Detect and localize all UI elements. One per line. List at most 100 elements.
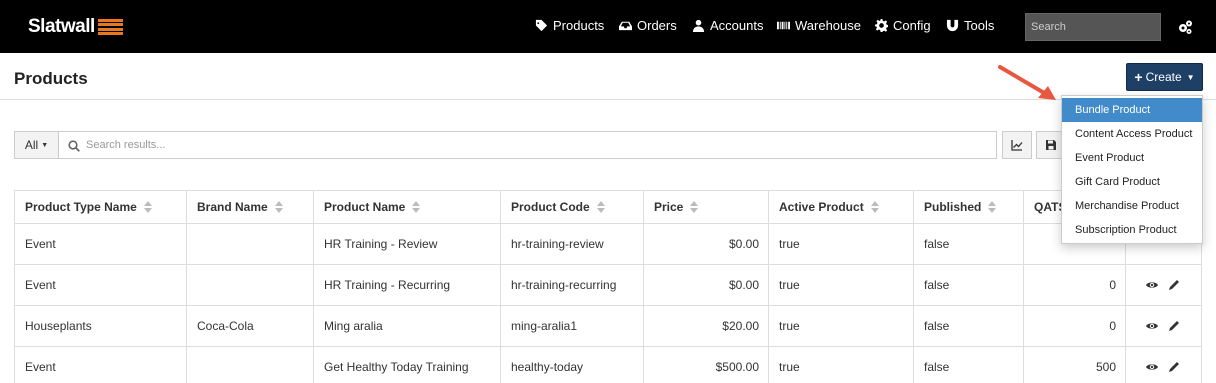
sort-icon <box>274 201 283 213</box>
cell-price: $500.00 <box>643 347 769 383</box>
nav-warehouse[interactable]: Warehouse <box>777 18 861 33</box>
sort-icon <box>988 201 997 213</box>
cell-type: Event <box>14 347 187 383</box>
cell-published: false <box>913 265 1024 305</box>
nav-products[interactable]: Products <box>535 18 604 33</box>
nav-config-label: Config <box>893 18 931 33</box>
column-header[interactable]: Product Name <box>313 191 501 223</box>
cell-qats: 500 <box>1023 347 1126 383</box>
nav-orders-label: Orders <box>637 18 677 33</box>
sort-icon <box>870 201 879 213</box>
nav-accounts[interactable]: Accounts <box>692 18 763 33</box>
column-header[interactable]: Brand Name <box>186 191 314 223</box>
line-chart-icon <box>1011 140 1023 151</box>
cell-brand: Coca-Cola <box>186 306 314 346</box>
cell-type: Event <box>14 224 187 264</box>
scope-label: All <box>24 138 39 152</box>
pencil-icon[interactable] <box>1168 279 1180 291</box>
nav-accounts-label: Accounts <box>710 18 764 33</box>
column-header[interactable]: Published <box>913 191 1024 223</box>
barcode-icon <box>777 21 790 30</box>
table-row: Houseplants Coca-Cola Ming aralia ming-a… <box>14 306 1202 347</box>
logo[interactable]: Slatwall <box>28 16 123 38</box>
table-row: Event HR Training - Recurring hr-trainin… <box>14 265 1202 306</box>
logo-text: Slatwall <box>28 16 95 37</box>
nav-tools-label: Tools <box>964 18 995 33</box>
magnet-icon <box>946 19 959 32</box>
cell-actions <box>1125 306 1202 346</box>
page-title: Products <box>14 69 88 88</box>
cell-brand <box>186 265 314 305</box>
caret-down-icon: ▼ <box>1186 72 1195 82</box>
cell-code: healthy-today <box>500 347 644 383</box>
table-row: Event Get Healthy Today Training healthy… <box>14 347 1202 383</box>
menu-item-event-product[interactable]: Event Product <box>1062 146 1202 170</box>
pencil-icon[interactable] <box>1168 361 1180 373</box>
create-button-label: Create <box>1145 70 1182 84</box>
scope-dropdown[interactable]: All ▼ <box>14 131 59 159</box>
nav-warehouse-label: Warehouse <box>795 18 861 33</box>
menu-item-subscription-product[interactable]: Subscription Product <box>1062 218 1202 242</box>
sort-icon <box>412 201 421 213</box>
cell-price: $0.00 <box>643 224 769 264</box>
column-header[interactable]: Product Code <box>500 191 644 223</box>
user-icon <box>692 19 705 32</box>
column-header[interactable]: Active Product <box>768 191 914 223</box>
global-search-input[interactable] <box>1025 13 1161 41</box>
gears-icon[interactable] <box>1177 19 1193 35</box>
column-header[interactable]: Price <box>643 191 769 223</box>
logo-bars-icon <box>97 18 123 36</box>
create-dropdown-menu: Bundle Product Content Access Product Ev… <box>1061 95 1203 244</box>
cell-actions <box>1125 265 1202 305</box>
cell-published: false <box>913 347 1024 383</box>
create-button[interactable]: + Create ▼ <box>1126 63 1203 91</box>
table-header-row: Product Type Name Brand Name Product Nam… <box>14 191 1202 224</box>
cell-brand <box>186 347 314 383</box>
eye-icon[interactable] <box>1146 320 1158 332</box>
menu-item-content-access-product[interactable]: Content Access Product <box>1062 122 1202 146</box>
caret-down-icon: ▼ <box>41 141 49 149</box>
menu-item-gift-card-product[interactable]: Gift Card Product <box>1062 170 1202 194</box>
cell-name: Get Healthy Today Training <box>313 347 501 383</box>
nav-config[interactable]: Config <box>875 18 931 33</box>
menu-item-merchandise-product[interactable]: Merchandise Product <box>1062 194 1202 218</box>
cell-actions <box>1125 347 1202 383</box>
inbox-icon <box>619 21 632 31</box>
eye-icon[interactable] <box>1146 361 1158 373</box>
cell-code: ming-aralia1 <box>500 306 644 346</box>
nav-tools[interactable]: Tools <box>946 18 994 33</box>
pencil-icon[interactable] <box>1168 320 1180 332</box>
plus-icon: + <box>1134 69 1143 85</box>
gear-icon <box>875 19 888 32</box>
cell-code: hr-training-recurring <box>500 265 644 305</box>
search-icon <box>68 140 80 152</box>
cell-qats: 0 <box>1023 306 1126 346</box>
cell-published: false <box>913 306 1024 346</box>
results-search <box>58 131 997 159</box>
sort-icon <box>690 201 699 213</box>
top-navbar: Slatwall Products Orders Accounts Wareho… <box>0 0 1216 53</box>
cell-qats: 0 <box>1023 265 1126 305</box>
column-header[interactable]: Product Type Name <box>14 191 187 223</box>
nav-products-label: Products <box>553 18 605 33</box>
products-table: Product Type Name Brand Name Product Nam… <box>14 190 1202 383</box>
cell-name: HR Training - Recurring <box>313 265 501 305</box>
annotation-arrow-icon <box>998 65 1056 100</box>
menu-item-bundle-product[interactable]: Bundle Product <box>1062 98 1202 122</box>
cell-type: Houseplants <box>14 306 187 346</box>
eye-icon[interactable] <box>1146 279 1158 291</box>
cell-published: false <box>913 224 1024 264</box>
cell-name: HR Training - Review <box>313 224 501 264</box>
cell-active: true <box>768 265 914 305</box>
tags-icon <box>535 19 548 32</box>
cell-price: $20.00 <box>643 306 769 346</box>
cell-type: Event <box>14 265 187 305</box>
nav-orders[interactable]: Orders <box>619 18 677 33</box>
save-icon <box>1046 140 1056 150</box>
table-row: Event HR Training - Review hr-training-r… <box>14 224 1202 265</box>
cell-brand <box>186 224 314 264</box>
results-search-input[interactable] <box>86 132 986 158</box>
chart-button[interactable] <box>1002 131 1032 159</box>
cell-active: true <box>768 306 914 346</box>
cell-active: true <box>768 224 914 264</box>
